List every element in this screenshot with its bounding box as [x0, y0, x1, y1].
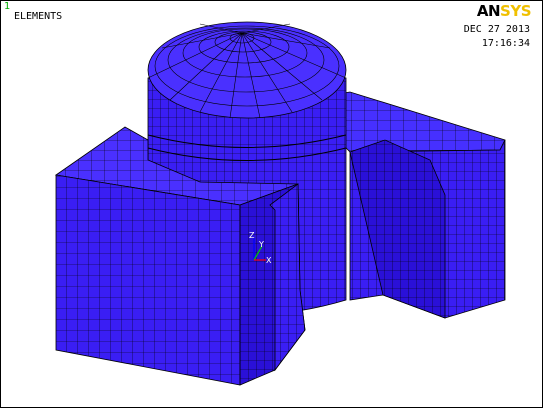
triad-y-label: Y	[258, 240, 264, 249]
ansys-logo: ANSYS	[476, 2, 532, 20]
plot-date: DEC 27 2013	[463, 24, 530, 35]
plot-time: 17:16:34	[481, 38, 530, 49]
mesh-plot[interactable]: Z Y X	[0, 0, 543, 408]
logo-sys: SYS	[500, 2, 531, 20]
plot-title: ELEMENTS	[14, 11, 63, 22]
window-number: 1	[4, 1, 11, 12]
cylinder-dome	[147, 21, 347, 119]
logo-an: AN	[476, 2, 501, 20]
ansys-graphics-window[interactable]: Z Y X 1 ELEMENTS ANSYS DEC 27 2013 17:16…	[0, 0, 543, 408]
triad-z-label: Z	[249, 231, 255, 240]
triad-x-label: X	[266, 256, 272, 265]
